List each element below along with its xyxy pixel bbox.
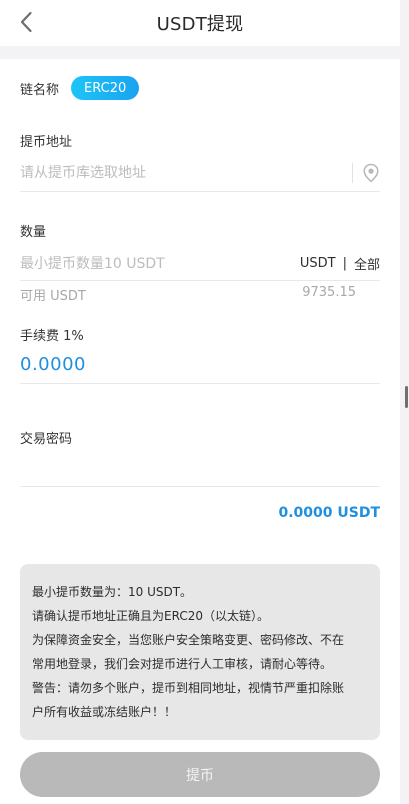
- chevron-left-icon: [20, 11, 32, 33]
- available-balance: 可用 USDT 9735.15: [20, 285, 356, 304]
- notice-line: 警告：请勿多个账户，提币到相同地址，视情节严重扣除账: [32, 681, 345, 695]
- field-divider: [352, 163, 353, 183]
- notice-line: 最小提币数量为：10 USDT。: [32, 585, 193, 599]
- address-book-button[interactable]: [362, 163, 380, 183]
- notice-line: 户所有收益或冻结账户！！: [32, 705, 177, 719]
- password-field-row: [20, 450, 380, 487]
- notice-line: 常用地登录，我们会对提币进行人工审核，请耐心等待。: [32, 657, 333, 671]
- withdraw-form: 链名称 ERC20 提币地址 数量 USDT | 全部 可用 USDT 9735…: [0, 59, 400, 804]
- available-label: 可用 USDT: [20, 289, 86, 304]
- available-value: 9735.15: [302, 285, 356, 300]
- password-label: 交易密码: [20, 432, 73, 447]
- notice-line: 请确认提币地址正确且为ERC20（以太链）。: [32, 609, 269, 623]
- fee-field-row: 0.0000: [20, 345, 380, 384]
- amount-label: 数量: [20, 225, 47, 240]
- address-input[interactable]: [20, 165, 342, 181]
- page-header: USDT提现: [0, 0, 400, 46]
- notice-line: 为保障资金安全，当您账户安全策略变更、密码修改、不在: [32, 633, 345, 647]
- chain-label: 链名称: [20, 82, 60, 98]
- back-button[interactable]: [18, 11, 36, 33]
- page-title: USDT提现: [156, 14, 244, 35]
- chain-selector: 链名称 ERC20: [20, 75, 140, 101]
- chain-option-erc20[interactable]: ERC20: [71, 76, 140, 100]
- scroll-handle[interactable]: [405, 386, 408, 408]
- withdraw-all-button[interactable]: 全部: [354, 254, 380, 273]
- amount-input[interactable]: [20, 255, 300, 272]
- location-pin-icon: [363, 163, 379, 183]
- address-label: 提币地址: [20, 135, 73, 150]
- currency-separator: |: [342, 256, 347, 271]
- password-input[interactable]: [20, 460, 380, 476]
- notice-box: 最小提币数量为：10 USDT。 请确认提币地址正确且为ERC20（以太链）。 …: [20, 564, 380, 740]
- submit-withdraw-button[interactable]: 提币: [20, 752, 380, 797]
- amount-field-row: USDT | 全部: [20, 247, 380, 281]
- address-field-row: [20, 155, 380, 192]
- fee-value: 0.0000: [20, 353, 86, 375]
- total-amount: 0.0000 USDT: [278, 505, 380, 521]
- fee-label: 手续费 1%: [20, 329, 84, 344]
- currency-label: USDT: [299, 256, 336, 271]
